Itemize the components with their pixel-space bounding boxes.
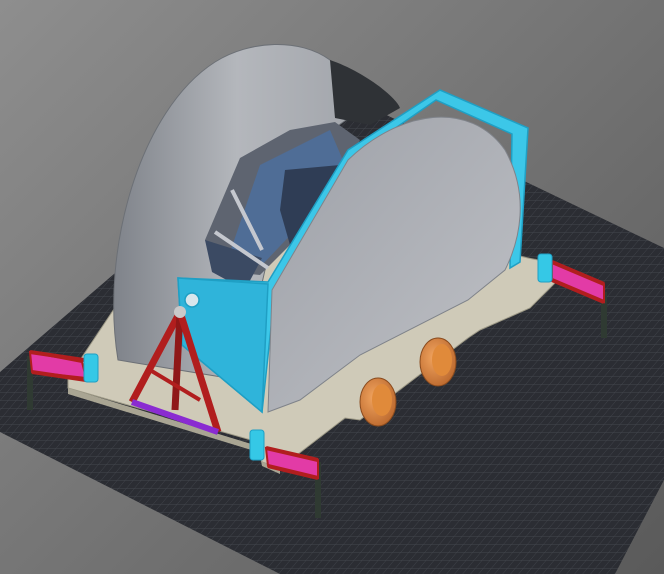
wheel-front xyxy=(359,377,397,427)
wheel-rear xyxy=(419,337,457,387)
cad-viewport xyxy=(0,0,664,574)
cad-scene xyxy=(0,44,664,574)
